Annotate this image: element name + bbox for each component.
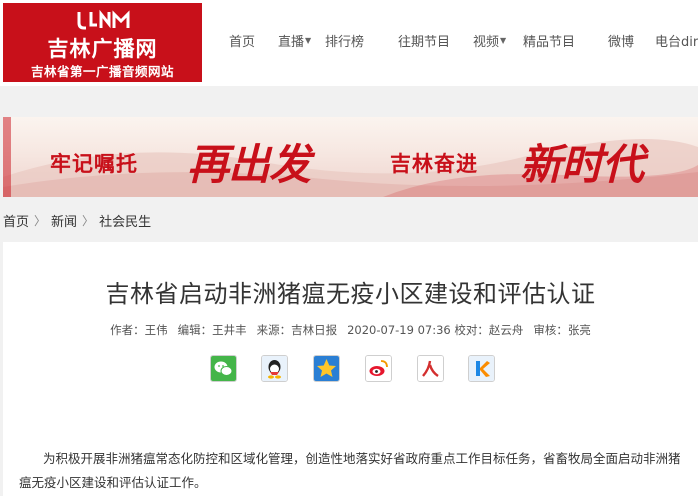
caret-down-icon: ▼ xyxy=(500,36,507,45)
breadcrumb-society[interactable]: 社会民生 xyxy=(99,215,151,230)
chevron-right-icon: 〉 xyxy=(34,214,47,228)
breadcrumb-news[interactable]: 新闻 xyxy=(51,215,77,230)
meta-datetime: 2020-07-19 07:36 xyxy=(347,323,451,337)
chevron-right-icon: 〉 xyxy=(82,214,95,228)
meta-source: 来源：吉林日报 xyxy=(256,323,338,337)
share-bar xyxy=(210,355,530,385)
nav-item-past-programs[interactable]: 往期节目 xyxy=(398,31,450,50)
nav-item-weibo[interactable]: 微博 xyxy=(608,31,634,50)
article-body: 为积极开展非洲猪瘟常态化防控和区域化管理，创造性地落实好省政府重点工作目标任务，… xyxy=(19,447,691,495)
meta-editor: 编辑：王井丰 xyxy=(177,323,247,337)
logo-mark-icon xyxy=(77,9,130,30)
banner[interactable]: 牢记嘱托 再出发 吉林奋进 新时代 xyxy=(3,117,698,197)
banner-slogan-part3: 吉林奋进 xyxy=(390,152,478,176)
site-header: 吉林广播网 吉林省第一广播音频网站 首页 直播▼ 排行榜 往期节目 视频▼ 精品… xyxy=(0,0,698,86)
article-paragraph: 为积极开展非洲猪瘟常态化防控和区域化管理，创造性地落实好省政府重点工作目标任务，… xyxy=(19,451,681,490)
wechat-icon[interactable] xyxy=(210,355,237,382)
article: 吉林省启动非洲猪瘟无疫小区建设和评估认证 作者：王伟 编辑：王井丰 来源：吉林日报 2… xyxy=(3,242,698,496)
renren-icon[interactable] xyxy=(417,355,444,382)
nav-item-ranking[interactable]: 排行榜 xyxy=(325,31,364,50)
kaixin-icon[interactable] xyxy=(468,355,495,382)
banner-slogan-part2: 再出发 xyxy=(187,140,311,189)
nav-item-featured[interactable]: 精品节目 xyxy=(523,31,575,50)
site-logo[interactable]: 吉林广播网 吉林省第一广播音频网站 xyxy=(3,3,202,82)
article-title: 吉林省启动非洲猪瘟无疫小区建设和评估认证 xyxy=(105,280,596,308)
article-meta: 作者：王伟 编辑：王井丰 来源：吉林日报 2020-07-19 07:36 校对：赵云… xyxy=(3,322,698,338)
caret-down-icon: ▼ xyxy=(305,36,312,45)
site-slogan: 吉林省第一广播音频网站 xyxy=(30,64,174,79)
weibo-icon[interactable] xyxy=(365,355,392,382)
site-name: 吉林广播网 xyxy=(47,37,158,61)
meta-author: 作者：王伟 xyxy=(110,323,168,337)
qq-icon[interactable] xyxy=(261,355,288,382)
qzone-icon[interactable] xyxy=(313,355,340,382)
banner-slogan-part4: 新时代 xyxy=(520,140,644,189)
nav-item-home[interactable]: 首页 xyxy=(229,31,255,50)
banner-slogan-part1: 牢记嘱托 xyxy=(50,152,138,176)
breadcrumb: 首页〉新闻〉社会民生 xyxy=(3,211,151,230)
breadcrumb-home[interactable]: 首页 xyxy=(3,215,29,230)
nav-item-video[interactable]: 视频▼ xyxy=(473,31,506,50)
meta-reviewer: 审核：张亮 xyxy=(533,323,591,337)
meta-proofreader: 校对：赵云舟 xyxy=(454,323,524,337)
nav-item-radio[interactable]: 电台direct xyxy=(655,31,698,50)
nav-item-live[interactable]: 直播▼ xyxy=(278,31,311,50)
